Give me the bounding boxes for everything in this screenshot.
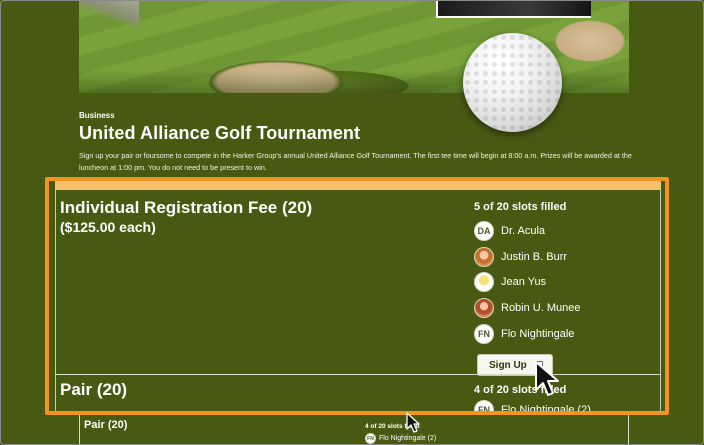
item-divider (55, 374, 661, 375)
signup-name: Dr. Acula (501, 225, 546, 237)
avatar (474, 272, 494, 292)
sign-up-label: Sign Up (489, 359, 527, 371)
item-price: ($125.00 each) (60, 219, 156, 235)
signup-entry: FN Flo Nightingale (2) (474, 400, 591, 415)
avatar (474, 298, 494, 318)
mouse-pointer-icon (535, 361, 559, 396)
signup-entry: DA Dr. Acula (474, 221, 545, 241)
mouse-pointer-icon (406, 412, 420, 433)
event-title: United Alliance Golf Tournament (79, 123, 361, 143)
signup-entry: FN Flo Nightingale (474, 324, 574, 344)
item-title: Pair (20) (60, 380, 128, 399)
slots-filled: 5 of 20 slots filled (474, 201, 567, 213)
item-title: Pair (20) (84, 419, 128, 431)
signup-entry: Jean Yus (474, 272, 546, 292)
zoomed-signup-panel: Individual Registration Fee (20) ($125.0… (45, 177, 669, 415)
item-title: Individual Registration Fee (20) (60, 198, 313, 217)
signup-entry: FN Flo Nightingale (2) (365, 433, 436, 444)
signup-table-frame (79, 415, 629, 445)
avatar: FN (365, 433, 376, 444)
avatar: DA (474, 221, 494, 241)
signup-name: Flo Nightingale (501, 328, 575, 340)
signup-name: Flo Nightingale (2) (379, 435, 437, 442)
panel-top-bar (55, 181, 661, 190)
avatar (474, 247, 494, 267)
signup-name: Justin B. Burr (501, 251, 568, 263)
signup-name: Robin U. Munee (501, 302, 581, 314)
event-description: Sign up your pair or foursome to compete… (79, 151, 632, 172)
signup-entry: Robin U. Munee (474, 298, 581, 318)
avatar: FN (474, 400, 494, 411)
avatar: FN (474, 324, 494, 344)
signup-entry: Justin B. Burr (474, 247, 567, 267)
event-category: Business (79, 111, 115, 120)
golf-ball-image (463, 33, 562, 132)
signup-name: Flo Nightingale (2) (501, 404, 591, 415)
signup-name: Jean Yus (501, 276, 547, 288)
